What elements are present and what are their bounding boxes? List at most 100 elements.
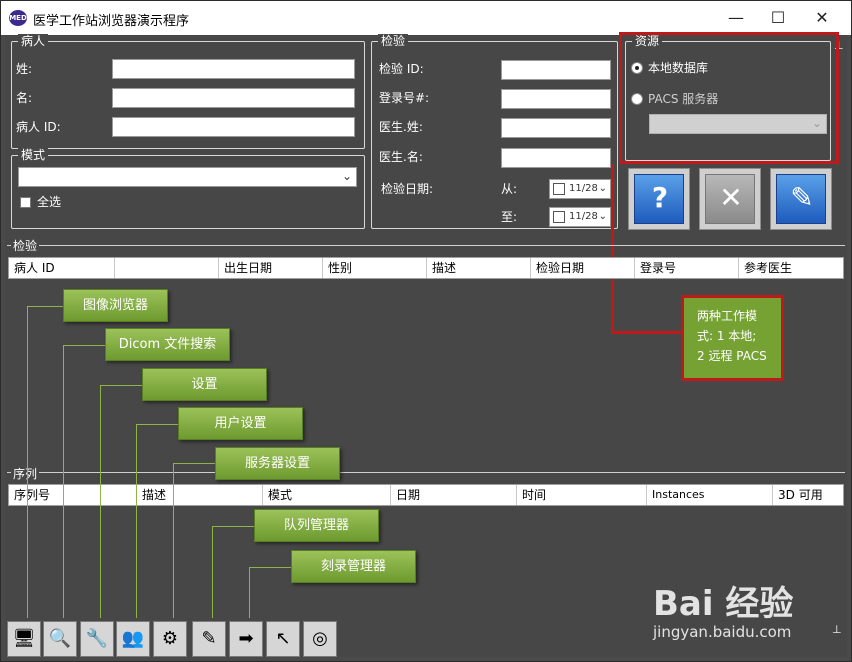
col-patient-id[interactable]: 病人 ID bbox=[9, 258, 115, 278]
select-all-checkbox[interactable] bbox=[20, 197, 31, 208]
query-button[interactable]: ? bbox=[628, 168, 690, 230]
col-sex[interactable]: 性别 bbox=[323, 258, 427, 278]
user-settings-toolbar-button[interactable]: 👥 bbox=[116, 621, 150, 657]
image-browser-toolbar-button[interactable]: 🖥 bbox=[7, 621, 41, 657]
user-settings-callout: 用户设置 bbox=[178, 407, 303, 440]
modality-select[interactable]: ⌄ bbox=[18, 167, 357, 187]
settings-toolbar-button[interactable]: 🔧 bbox=[80, 621, 114, 657]
col-3d-available[interactable]: 3D 可用 bbox=[773, 485, 843, 505]
title-bar: MED 医学工作站浏览器演示程序 — ☐ ✕ bbox=[1, 1, 851, 35]
image-browser-callout: 图像浏览器 bbox=[63, 289, 168, 322]
window-title: 医学工作站浏览器演示程序 bbox=[33, 14, 190, 29]
connector-line bbox=[136, 424, 178, 425]
connector-line bbox=[100, 385, 142, 386]
date-from-picker[interactable]: 11/28 ⌄ bbox=[549, 179, 611, 199]
burn-manager-toolbar-button[interactable]: ➡ bbox=[229, 621, 263, 657]
connector-line bbox=[136, 424, 137, 618]
connector-line bbox=[212, 526, 213, 618]
server-icon: ⚙ bbox=[161, 628, 179, 649]
first-name-label: 名: bbox=[16, 91, 33, 105]
work-modes-line: 2 远程 PACS bbox=[697, 349, 767, 363]
queue-manager-toolbar-button[interactable]: ✎ bbox=[192, 621, 226, 657]
col-description[interactable]: 描述 bbox=[427, 258, 531, 278]
dicom-search-toolbar-button[interactable]: 🔍 bbox=[43, 621, 77, 657]
study-group: 检验 检验 ID: 登录号#: 医生.姓: 医生.名: 检验日期: 从: 11/… bbox=[371, 34, 618, 229]
watermark-url: jingyan.baidu.com bbox=[653, 623, 792, 641]
settings-callout: 设置 bbox=[142, 368, 267, 401]
col-birth-date[interactable]: 出生日期 bbox=[219, 258, 323, 278]
series-title: 序列 bbox=[11, 467, 40, 481]
queue-manager-callout: 队列管理器 bbox=[254, 509, 379, 542]
highlight-connector-horizontal bbox=[611, 331, 685, 334]
doctor-last-name-input[interactable] bbox=[501, 118, 611, 138]
connector-line bbox=[100, 385, 101, 618]
col-modality[interactable]: 模式 bbox=[263, 485, 391, 505]
col-time[interactable]: 时间 bbox=[517, 485, 647, 505]
pointer-icon: ↖ bbox=[275, 628, 291, 649]
server-settings-callout: 服务器设置 bbox=[215, 447, 340, 480]
pointer-toolbar-button[interactable]: ↖ bbox=[266, 621, 300, 657]
col-accession[interactable]: 登录号 bbox=[635, 258, 739, 278]
clear-icon: ✕ bbox=[719, 181, 743, 214]
patient-id-input[interactable] bbox=[112, 117, 355, 137]
col-series-number[interactable]: 序列号 bbox=[9, 485, 137, 505]
doctor-first-name-label: 医生.名: bbox=[379, 150, 423, 164]
col-date[interactable]: 日期 bbox=[391, 485, 517, 505]
modality-group: 模式 ⌄ 全选 bbox=[11, 148, 365, 229]
studies-table-header: 病人 ID 出生日期 性别 描述 检验日期 登录号 参考医生 bbox=[8, 257, 844, 279]
accession-input[interactable] bbox=[501, 89, 611, 109]
doctor-first-name-input[interactable] bbox=[501, 148, 611, 168]
col-referring-doctor[interactable]: 参考医生 bbox=[739, 258, 843, 278]
col-instances[interactable]: Instances bbox=[647, 485, 773, 505]
app-window: MED 医学工作站浏览器演示程序 — ☐ ✕ 病人 姓: 名: 病人 ID: 模… bbox=[0, 0, 852, 662]
connector-line bbox=[27, 306, 63, 307]
study-id-label: 检验 ID: bbox=[379, 62, 424, 76]
close-button[interactable]: ✕ bbox=[799, 1, 845, 35]
work-modes-line: 式: 1 本地; bbox=[697, 329, 757, 343]
col-series-description[interactable]: 描述 bbox=[137, 485, 263, 505]
connector-line bbox=[173, 463, 174, 618]
accession-label: 登录号#: bbox=[379, 91, 430, 105]
studies-title: 检验 bbox=[11, 239, 40, 253]
connector-line bbox=[63, 345, 64, 618]
patient-last-name-input[interactable] bbox=[112, 59, 355, 79]
globe-icon: ◎ bbox=[312, 628, 328, 649]
queue-icon: ✎ bbox=[201, 628, 217, 649]
dicom-search-callout: Dicom 文件搜索 bbox=[105, 328, 230, 361]
date-to-picker[interactable]: 11/28 ⌄ bbox=[549, 207, 611, 227]
patient-first-name-input[interactable] bbox=[112, 88, 355, 108]
clear-button[interactable]: ✕ bbox=[699, 168, 761, 230]
col-study-date[interactable]: 检验日期 bbox=[531, 258, 635, 278]
query-icon: ? bbox=[651, 181, 669, 214]
study-legend: 检验 bbox=[378, 34, 409, 48]
date-from-label: 从: bbox=[501, 182, 518, 196]
source-highlight bbox=[619, 32, 839, 164]
client-area: 病人 姓: 名: 病人 ID: 模式 ⌄ 全选 检验 检验 ID: 登录号#: … bbox=[5, 32, 847, 657]
globe-toolbar-button[interactable]: ◎ bbox=[303, 621, 337, 657]
study-id-input[interactable] bbox=[501, 60, 611, 80]
date-from-checkbox[interactable] bbox=[553, 183, 565, 195]
date-to-checkbox[interactable] bbox=[553, 211, 565, 223]
server-settings-toolbar-button[interactable]: ⚙ bbox=[153, 621, 187, 657]
work-modes-callout: 两种工作模 式: 1 本地; 2 远程 PACS bbox=[681, 295, 784, 381]
maximize-button[interactable]: ☐ bbox=[755, 1, 801, 35]
chevron-down-icon: ⌄ bbox=[598, 211, 607, 222]
date-to-value: 11/28 bbox=[569, 211, 598, 222]
col-patient-name[interactable] bbox=[115, 258, 219, 278]
connector-line bbox=[249, 567, 250, 618]
wrench-icon: 🔧 bbox=[85, 628, 109, 649]
highlight-connector-vertical bbox=[611, 164, 614, 334]
work-modes-line: 两种工作模 bbox=[697, 309, 758, 323]
series-table-header: 序列号 描述 模式 日期 时间 Instances 3D 可用 bbox=[8, 484, 844, 506]
minimize-button[interactable]: — bbox=[713, 1, 759, 35]
select-all-label: 全选 bbox=[37, 195, 62, 209]
studies-divider bbox=[7, 245, 845, 246]
pin-icon[interactable]: ⊥ bbox=[832, 623, 842, 636]
edit-query-button[interactable]: ✎ bbox=[770, 168, 832, 230]
last-name-label: 姓: bbox=[16, 62, 33, 76]
chevron-down-icon: ⌄ bbox=[598, 183, 607, 194]
search-icon: 🔍 bbox=[48, 628, 72, 649]
app-logo-icon: MED bbox=[9, 10, 27, 26]
users-icon: 👥 bbox=[121, 628, 145, 649]
patient-id-label: 病人 ID: bbox=[16, 120, 61, 134]
